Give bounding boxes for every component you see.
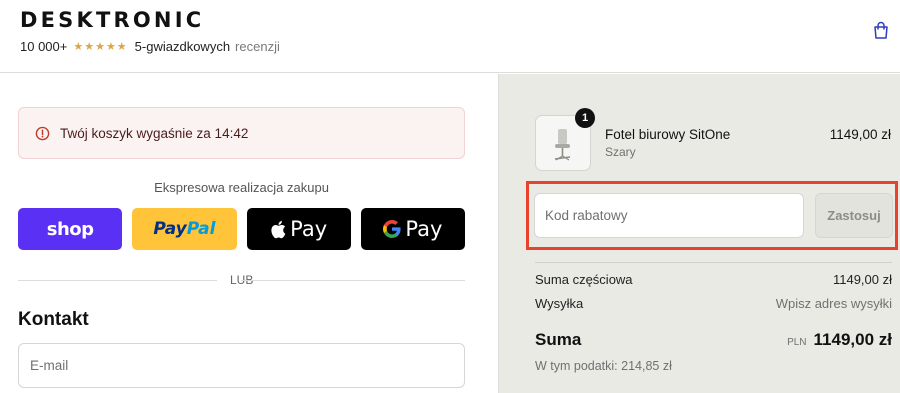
apply-discount-button[interactable]: Zastosuj xyxy=(815,193,893,238)
google-g-icon xyxy=(383,220,401,238)
shipping-value: Wpisz adres wysyłki xyxy=(775,296,892,311)
apple-logo-icon xyxy=(271,220,286,238)
tax-note: W tym podatki: 214,85 zł xyxy=(535,359,672,373)
rating-subtitle: 5-gwiazdkowych xyxy=(134,39,231,54)
divider-line-right xyxy=(241,280,465,281)
total-value: 1149,00 zł xyxy=(813,330,892,349)
apple-pay-label: Pay xyxy=(290,217,328,241)
order-summary: 1 Fotel biurowy SitOne Szary 1149,00 zł … xyxy=(498,74,900,393)
divider-line-left xyxy=(18,280,217,281)
shop-pay-label: shop xyxy=(46,218,94,240)
contact-heading: Kontakt xyxy=(18,309,89,330)
shipping-row: Wysyłka Wpisz adres wysyłki xyxy=(535,296,892,311)
summary-divider xyxy=(535,262,892,263)
cart-expiry-alert: Twój koszyk wygaśnie za 14:42 xyxy=(18,107,465,159)
star-rating-icon: ★★★★★ xyxy=(73,41,128,53)
shop-pay-button[interactable]: shop xyxy=(18,208,123,250)
discount-code-input[interactable] xyxy=(534,193,804,238)
cart-expiry-text: Twój koszyk wygaśnie za 14:42 xyxy=(60,125,249,141)
product-name: Fotel biurowy SitOne xyxy=(605,127,731,142)
email-field[interactable] xyxy=(18,343,465,388)
product-variant: Szary xyxy=(605,145,636,159)
checkout-main: Twój koszyk wygaśnie za 14:42 Ekspresowa… xyxy=(0,74,497,393)
quantity-badge: 1 xyxy=(575,108,595,128)
paypal-label-part2: Pal xyxy=(186,219,216,239)
google-pay-label: Pay xyxy=(405,217,443,241)
total-row: Suma PLN 1149,00 zł xyxy=(535,330,892,350)
express-checkout-title: Ekspresowa realizacja zakupu xyxy=(154,180,329,195)
product-price: 1149,00 zł xyxy=(829,127,891,142)
subtotal-row: Suma częściowa 1149,00 zł xyxy=(535,272,892,287)
shipping-label: Wysyłka xyxy=(535,296,584,311)
total-amount: PLN 1149,00 zł xyxy=(787,330,892,350)
or-divider: LUB xyxy=(18,273,465,287)
alert-circle-icon xyxy=(35,126,50,140)
rating-count: 10 000+ xyxy=(20,39,68,54)
brand-logo[interactable]: DESKTRONIC xyxy=(20,8,204,32)
express-payment-buttons: shop Pay Pal Pay Pay xyxy=(18,208,465,250)
paypal-button[interactable]: Pay Pal xyxy=(132,208,237,250)
header: DESKTRONIC 10 000+ ★★★★★ 5-gwiazdkowych … xyxy=(0,0,900,73)
subtotal-value: 1149,00 zł xyxy=(832,272,892,287)
rating-reviews-label: recenzji xyxy=(235,39,280,54)
paypal-label-part1: Pay xyxy=(153,219,187,239)
google-pay-button[interactable]: Pay xyxy=(360,208,465,250)
shopping-bag-icon[interactable] xyxy=(871,20,891,40)
total-label: Suma xyxy=(535,330,582,349)
subtotal-label: Suma częściowa xyxy=(535,272,633,287)
total-currency: PLN xyxy=(787,337,807,348)
rating-summary: 10 000+ ★★★★★ 5-gwiazdkowych recenzji xyxy=(20,39,280,54)
apple-pay-button[interactable]: Pay xyxy=(246,208,351,250)
